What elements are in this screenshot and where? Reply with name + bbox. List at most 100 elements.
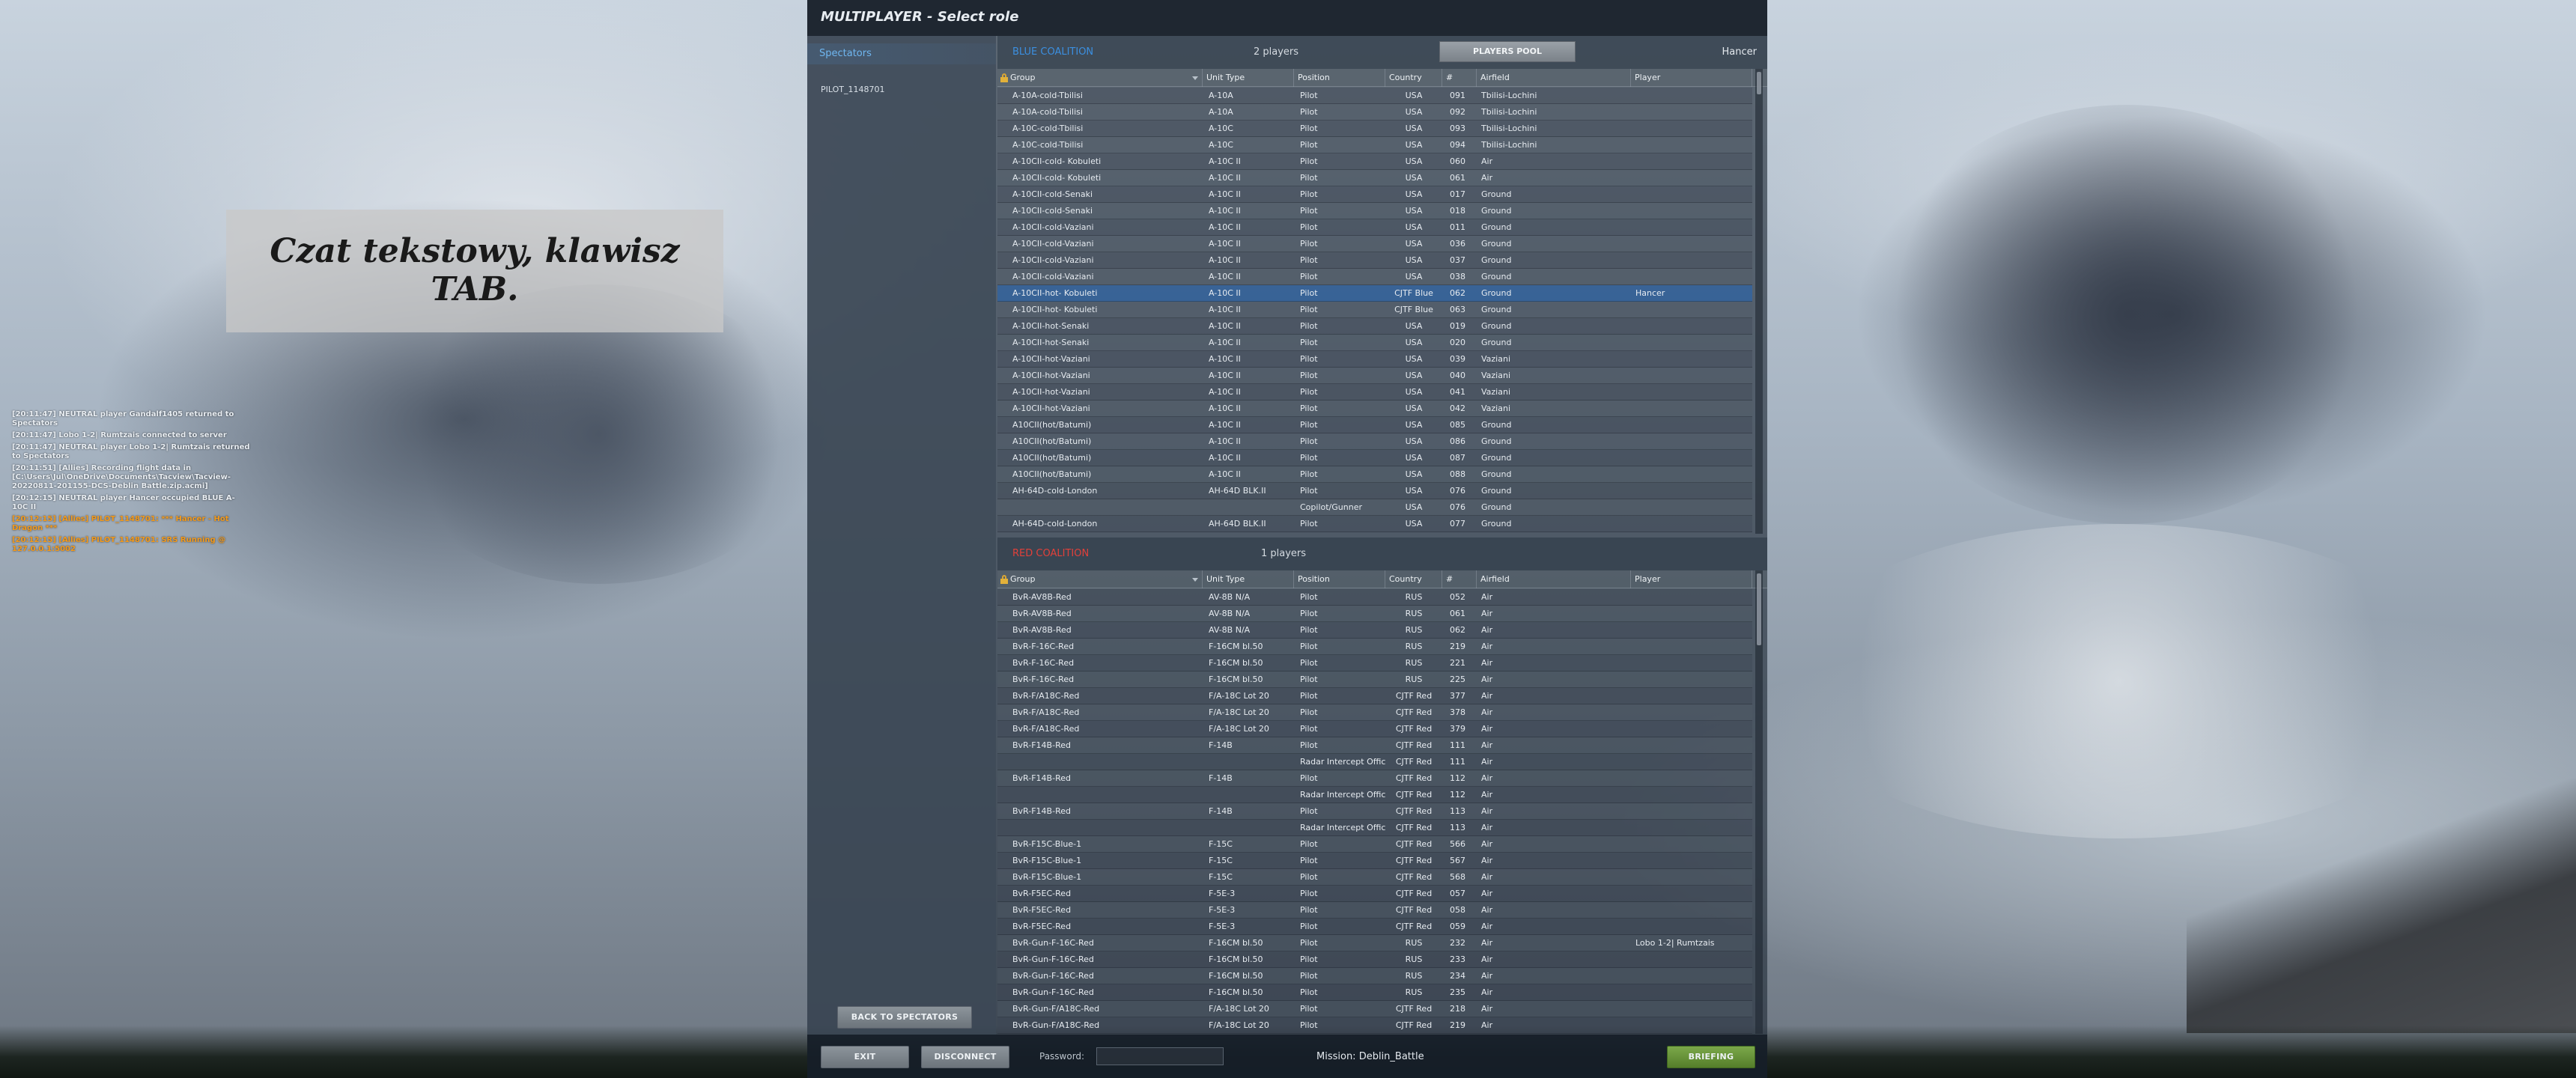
cell-position: Pilot <box>1300 1020 1318 1030</box>
scroll-thumb[interactable] <box>1757 573 1761 645</box>
header-col-country[interactable]: Country <box>1385 69 1442 87</box>
cell-country: RUS <box>1405 592 1423 602</box>
table-row[interactable]: BvR-F-16C-Red F-16CM bl.50 Pilot RUS 221 Air <box>997 655 1752 672</box>
table-row[interactable]: A-10CII-hot-Senaki A-10C II Pilot USA 020 Gro… <box>997 335 1752 351</box>
table-row[interactable]: BvR-F15C-Blue-1 F-15C Pilot CJTF Red 567 Air <box>997 853 1752 869</box>
cell-player <box>1635 803 1752 820</box>
table-row[interactable]: A-10CII-hot-Vaziani A-10C II Pilot USA 040 Va… <box>997 368 1752 384</box>
cell-player: Lobo 1-2| Rumtzais <box>1635 938 1715 948</box>
table-row[interactable]: BvR-Gun-F-16C-Red F-16CM bl.50 Pilot RUS 235… <box>997 984 1752 1001</box>
password-input[interactable] <box>1096 1047 1224 1065</box>
header-col-country[interactable]: Country <box>1385 570 1442 588</box>
scroll-thumb[interactable] <box>1757 72 1761 94</box>
table-row[interactable]: BvR-F15C-Blue-1 F-15C Pilot CJTF Red 566 Air <box>997 836 1752 853</box>
cell-group: A-10A-cold-Tbilisi <box>1012 91 1083 100</box>
table-row[interactable]: A10CII(hot/Batumi) A-10C II Pilot USA 085 Gro… <box>997 417 1752 433</box>
table-row[interactable]: Copilot/Gunner USA 076 Ground <box>997 499 1752 516</box>
table-row[interactable]: A-10CII-hot-Vaziani A-10C II Pilot USA 042 Va… <box>997 401 1752 417</box>
table-row[interactable]: A-10C-cold-Tbilisi A-10C Pilot USA 093 Tbilis… <box>997 121 1752 137</box>
cell-country: CJTF Red <box>1395 707 1433 717</box>
table-row[interactable]: BvR-F15C-Blue-1 F-15C Pilot CJTF Red 568 Air <box>997 869 1752 886</box>
table-row[interactable]: BvR-F5EC-Red F-5E-3 Pilot CJTF Red 058 Air <box>997 902 1752 919</box>
table-row[interactable]: A-10CII-hot-Senaki A-10C II Pilot USA 019 Gro… <box>997 318 1752 335</box>
table-row[interactable]: A-10CII-cold- Kobuleti A-10C II Pilot USA 06… <box>997 153 1752 170</box>
table-row[interactable]: A-10CII-hot-Vaziani A-10C II Pilot USA 039 Va… <box>997 351 1752 368</box>
cell-number: 088 <box>1450 469 1465 479</box>
table-row[interactable]: BvR-F14B-Red F-14B Pilot CJTF Red 113 Air <box>997 803 1752 820</box>
table-row[interactable]: BvR-AV8B-Red AV-8B N/A Pilot RUS 052 Air <box>997 589 1752 606</box>
table-row[interactable]: A-10CII-cold-Vaziani A-10C II Pilot USA 038 G… <box>997 269 1752 285</box>
header-col-number[interactable]: # <box>1442 570 1477 588</box>
header-col-unit-type[interactable]: Unit Type <box>1203 570 1294 588</box>
cell-unit-type: A-10C II <box>1209 156 1241 166</box>
red-table-scrollbar[interactable] <box>1755 570 1763 1034</box>
exit-button[interactable]: EXIT <box>821 1046 909 1068</box>
table-row[interactable]: A-10A-cold-Tbilisi A-10A Pilot USA 091 Tbilis… <box>997 88 1752 104</box>
table-row[interactable]: BvR-F-16C-Red F-16CM bl.50 Pilot RUS 219 Air <box>997 639 1752 655</box>
spectators-header[interactable]: Spectators <box>807 43 996 64</box>
header-col-group[interactable]: Group <box>1006 69 1203 87</box>
header-col-unit-type[interactable]: Unit Type <box>1203 69 1294 87</box>
table-row[interactable]: BvR-F-16C-Red F-16CM bl.50 Pilot RUS 225 Air <box>997 672 1752 688</box>
header-col-player[interactable]: Player <box>1631 570 1752 588</box>
cell-group: BvR-F5EC-Red <box>1012 905 1072 915</box>
table-row[interactable]: A-10CII-hot-Vaziani A-10C II Pilot USA 041 Va… <box>997 384 1752 401</box>
spectator-item[interactable]: PILOT_1148701 <box>821 85 884 94</box>
cell-country: CJTF Blue <box>1394 305 1433 314</box>
header-col-position[interactable]: Position <box>1294 570 1385 588</box>
header-col-airfield[interactable]: Airfield <box>1477 69 1631 87</box>
table-row[interactable]: BvR-AV8B-Red AV-8B N/A Pilot RUS 061 Air <box>997 606 1752 622</box>
table-row[interactable]: A-10CII-hot- Kobuleti A-10C II Pilot CJTF B… <box>997 285 1752 302</box>
table-row[interactable]: BvR-F5EC-Red F-5E-3 Pilot CJTF Red 059 Air <box>997 919 1752 935</box>
table-row[interactable]: BvR-Gun-F-16C-Red F-16CM bl.50 Pilot RUS 234… <box>997 968 1752 984</box>
table-row[interactable]: BvR-Gun-F-16C-Red F-16CM bl.50 Pilot RUS 233… <box>997 951 1752 968</box>
table-row[interactable]: BvR-F14B-Red F-14B Pilot CJTF Red 111 Air <box>997 737 1752 754</box>
table-row[interactable]: BvR-Gun-F/A18C-Red F/A-18C Lot 20 Pilot CJT… <box>997 1017 1752 1034</box>
header-col-player[interactable]: Player <box>1631 69 1752 87</box>
table-row[interactable]: A10CII(hot/Batumi) A-10C II Pilot USA 086 Gro… <box>997 433 1752 450</box>
cell-unit-type: F-5E-3 <box>1209 922 1236 931</box>
disconnect-button[interactable]: DISCONNECT <box>921 1046 1009 1068</box>
table-row[interactable]: BvR-AV8B-Red AV-8B N/A Pilot RUS 062 Air <box>997 622 1752 639</box>
table-row[interactable]: A-10CII-cold-Vaziani A-10C II Pilot USA 037 G… <box>997 252 1752 269</box>
table-row[interactable]: BvR-F/A18C-Red F/A-18C Lot 20 Pilot CJTF Re… <box>997 721 1752 737</box>
table-row[interactable]: A10CII(hot/Batumi) A-10C II Pilot USA 088 Gro… <box>997 466 1752 483</box>
table-row[interactable]: AH-64D-cold-London AH-64D BLK.II Pilot USA 0… <box>997 516 1752 532</box>
table-row[interactable]: BvR-F5EC-Red F-5E-3 Pilot CJTF Red 057 Air <box>997 886 1752 902</box>
table-row[interactable]: A-10C-cold-Tbilisi A-10C Pilot USA 094 Tbilis… <box>997 137 1752 153</box>
header-col-group[interactable]: Group <box>1006 570 1203 588</box>
cell-position: Pilot <box>1300 740 1318 750</box>
table-row[interactable]: BvR-F/A18C-Red F/A-18C Lot 20 Pilot CJTF Re… <box>997 688 1752 704</box>
table-row[interactable]: AH-64D-cold-London AH-64D BLK.II Pilot USA 0… <box>997 483 1752 499</box>
header-col-number[interactable]: # <box>1442 69 1477 87</box>
table-row[interactable]: Radar Intercept Offic CJTF Red 112 Air <box>997 787 1752 803</box>
blue-coalition-name: BLUE COALITION <box>1012 46 1094 58</box>
blue-table-scrollbar[interactable] <box>1755 69 1763 534</box>
cell-airfield: Ground <box>1481 519 1512 529</box>
table-row[interactable]: A10CII(hot/Batumi) A-10C II Pilot USA 087 Gro… <box>997 450 1752 466</box>
header-col-airfield[interactable]: Airfield <box>1477 570 1631 588</box>
table-row[interactable]: BvR-Gun-F/A18C-Red F/A-18C Lot 20 Pilot CJT… <box>997 1001 1752 1017</box>
briefing-button[interactable]: BRIEFING <box>1667 1046 1755 1068</box>
back-to-spectators-button[interactable]: BACK TO SPECTATORS <box>837 1006 972 1029</box>
players-pool-button[interactable]: PLAYERS POOL <box>1439 41 1576 62</box>
table-row[interactable]: Radar Intercept Offic CJTF Red 111 Air <box>997 754 1752 770</box>
table-row[interactable]: A-10A-cold-Tbilisi A-10A Pilot USA 092 Tbilis… <box>997 104 1752 121</box>
cell-player <box>1635 450 1752 466</box>
table-row[interactable]: A-10CII-cold-Senaki A-10C II Pilot USA 017 Gr… <box>997 186 1752 203</box>
bottom-bar: EXIT DISCONNECT Password: Mission: Debli… <box>807 1035 1767 1078</box>
header-col-position[interactable]: Position <box>1294 69 1385 87</box>
table-row[interactable]: BvR-F14B-Red F-14B Pilot CJTF Red 112 Air <box>997 770 1752 787</box>
cell-number: 076 <box>1450 486 1465 496</box>
cell-group <box>1012 499 1203 516</box>
table-row[interactable]: Radar Intercept Offic CJTF Red 113 Air <box>997 820 1752 836</box>
table-row[interactable]: A-10CII-hot- Kobuleti A-10C II Pilot CJTF B… <box>997 302 1752 318</box>
cell-number: 377 <box>1450 691 1465 701</box>
table-row[interactable]: A-10CII-cold-Vaziani A-10C II Pilot USA 036 G… <box>997 236 1752 252</box>
table-row[interactable]: A-10CII-cold-Senaki A-10C II Pilot USA 018 Gr… <box>997 203 1752 219</box>
cell-player <box>1635 104 1752 121</box>
table-row[interactable]: BvR-Gun-F-16C-Red F-16CM bl.50 Pilot RUS 232… <box>997 935 1752 951</box>
table-row[interactable]: A-10CII-cold-Vaziani A-10C II Pilot USA 011 G… <box>997 219 1752 236</box>
table-row[interactable]: BvR-F/A18C-Red F/A-18C Lot 20 Pilot CJTF Re… <box>997 704 1752 721</box>
table-row[interactable]: A-10CII-cold- Kobuleti A-10C II Pilot USA 06… <box>997 170 1752 186</box>
